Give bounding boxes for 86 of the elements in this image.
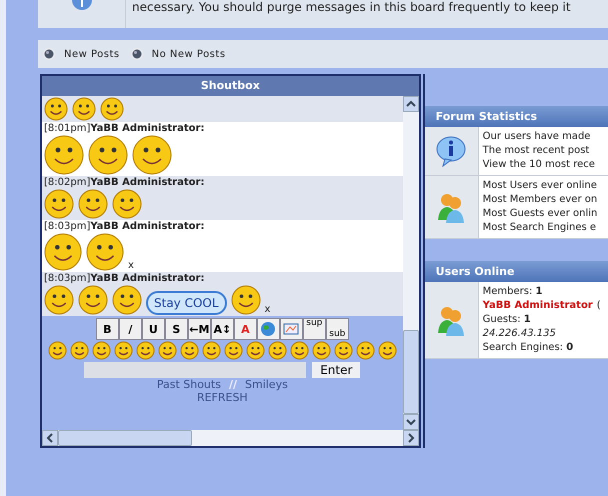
link[interactable]: Smileys	[245, 378, 288, 391]
smiley-icon	[180, 341, 199, 360]
globe-icon	[260, 321, 276, 337]
stat-text: Most Members ever on	[482, 193, 598, 207]
member-link[interactable]: YaBB Administrator	[482, 299, 593, 313]
enter-button[interactable]: Enter	[312, 362, 360, 378]
smiley-icon	[246, 341, 265, 360]
smiley-icon	[356, 341, 375, 360]
info-icon	[70, 0, 94, 10]
stat-text: Most Search Engines e	[482, 221, 598, 235]
emoticon-icon	[230, 285, 261, 315]
format-button[interactable]: sup	[302, 318, 326, 340]
emoticon-icon	[112, 189, 142, 219]
scroll-thumb[interactable]	[58, 430, 192, 446]
ip-address: 24.226.43.135	[482, 327, 557, 341]
emoticon-icon	[78, 189, 108, 219]
online-text: Guests: 1	[482, 313, 532, 327]
scroll-down-icon	[402, 414, 419, 430]
image-icon	[283, 321, 300, 337]
stat-text: The most recent post	[482, 144, 590, 158]
smiley-icon	[114, 341, 133, 360]
separator: //	[228, 378, 237, 391]
scroll-thumb[interactable]	[402, 330, 419, 414]
format-button[interactable]: U	[142, 318, 165, 340]
smiley-icon	[312, 341, 331, 360]
legend-label: No New Posts	[152, 48, 226, 62]
emoticon-icon	[100, 97, 124, 121]
format-button[interactable]: S	[164, 318, 188, 340]
shout-text: x	[128, 261, 134, 271]
online-text: (	[596, 299, 601, 313]
smiley-icon	[136, 341, 155, 360]
smiley-icon	[290, 341, 309, 360]
scroll-left-icon	[42, 430, 58, 446]
smiley-icon	[334, 341, 353, 360]
bullet-icon	[42, 47, 56, 61]
emoticon-icon	[44, 97, 68, 121]
format-button[interactable]: A	[234, 318, 257, 340]
shout-header: [8:02pm]YaBB Administrator:	[44, 177, 206, 189]
emoticon-icon	[44, 189, 74, 219]
shout-input[interactable]	[84, 362, 306, 378]
info-icon	[435, 135, 468, 167]
smiley-icon	[158, 341, 177, 360]
bullet-icon	[130, 47, 144, 61]
smiley-icon	[378, 341, 397, 360]
shout-header: [8:01pm]YaBB Administrator:	[44, 123, 206, 135]
emoticon-icon	[72, 97, 96, 121]
format-button[interactable]: /	[118, 318, 142, 340]
link[interactable]: Past Shouts	[156, 378, 221, 391]
refresh-link[interactable]: REFRESH	[196, 391, 248, 404]
smiley-icon	[70, 341, 89, 360]
emoticon-icon	[132, 135, 172, 175]
notice-text: necessary. You should purge messages in this board frequently to keep it	[131, 0, 571, 16]
format-button[interactable]: ←M	[188, 318, 211, 340]
emoticon-icon	[78, 285, 108, 315]
emoticon-icon	[112, 285, 142, 315]
emoticon-icon	[44, 135, 84, 175]
smiley-icon	[202, 341, 221, 360]
smiley-icon	[268, 341, 287, 360]
stat-text: Most Users ever online	[482, 179, 598, 193]
online-text: Members: 1	[482, 285, 544, 299]
section-header: Users Online	[424, 261, 608, 282]
shout-header: [8:03pm]YaBB Administrator:	[44, 273, 206, 285]
smiley-icon	[92, 341, 111, 360]
smiley-icon	[224, 341, 243, 360]
format-button[interactable]	[256, 318, 280, 340]
shoutbox-title: Shoutbox	[42, 76, 419, 96]
stat-text: Our users have made	[482, 130, 592, 144]
emoticon-icon	[44, 285, 74, 315]
scroll-right-icon	[402, 430, 419, 446]
shout-header: [8:03pm]YaBB Administrator:	[44, 221, 206, 233]
stat-text: View the 10 most rece	[482, 158, 595, 172]
format-button[interactable]: B	[96, 318, 119, 340]
emoticon-icon	[88, 135, 128, 175]
format-button[interactable]	[280, 318, 303, 340]
format-button[interactable]: A↕	[210, 318, 234, 340]
scroll-up-icon	[402, 96, 419, 112]
speech-bubble: Stay COOL	[146, 291, 227, 315]
emoticon-icon	[86, 233, 124, 271]
shout-text: x	[264, 305, 270, 315]
stat-text: Most Guests ever onlin	[482, 207, 598, 221]
format-button[interactable]: sub	[326, 318, 349, 340]
section-header: Forum Statistics	[424, 106, 608, 127]
online-text: Search Engines: 0	[482, 341, 574, 355]
smiley-icon	[48, 341, 67, 360]
legend-label: New Posts	[64, 48, 120, 62]
emoticon-icon	[44, 233, 82, 271]
